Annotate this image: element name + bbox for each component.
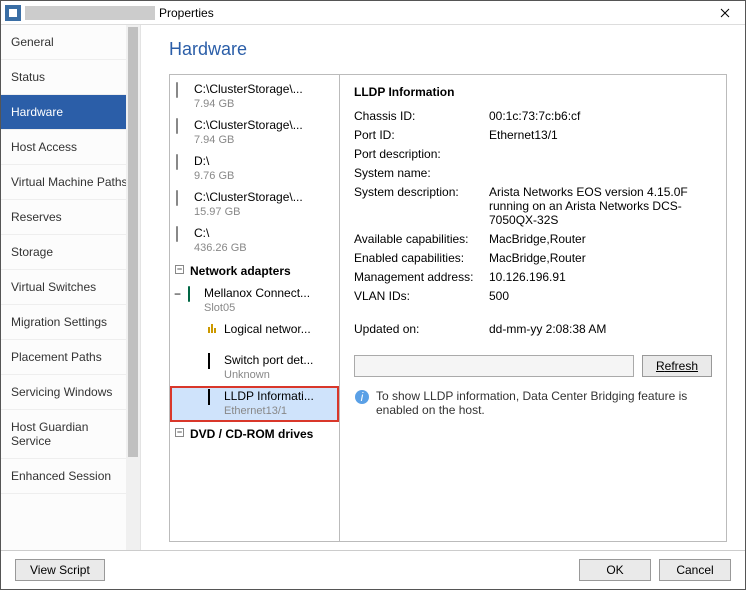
page-heading: Hardware: [169, 39, 727, 60]
sidebar-item-hardware[interactable]: Hardware: [1, 95, 140, 130]
details-title: LLDP Information: [354, 85, 712, 99]
tree-header-dvd[interactable]: −DVD / CD-ROM drives: [170, 422, 339, 446]
sidebar-item-servicing[interactable]: Servicing Windows: [1, 375, 140, 410]
sidebar-label: General: [11, 35, 54, 49]
disk-icon: [176, 190, 178, 206]
kv-value: dd-mm-yy 2:08:38 AM: [489, 322, 712, 336]
sidebar-label: Reserves: [11, 210, 62, 224]
sidebar-item-hgs[interactable]: Host Guardian Service: [1, 410, 140, 459]
sidebar-label: Virtual Switches: [11, 280, 96, 294]
ok-button[interactable]: OK: [579, 559, 651, 581]
kv-key: Port description:: [354, 147, 489, 161]
sidebar-label: Hardware: [11, 105, 63, 119]
kv-key: Available capabilities:: [354, 232, 489, 246]
kv-value: 00:1c:73:7c:b6:cf: [489, 109, 712, 123]
disk-item[interactable]: C:\ClusterStorage\...7.94 GB: [170, 115, 339, 151]
kv-value: [489, 147, 712, 161]
disk-item[interactable]: D:\9.76 GB: [170, 151, 339, 187]
adapter-item[interactable]: −Mellanox Connect...Slot05: [170, 283, 339, 319]
logical-network-item[interactable]: Logical networ...: [170, 319, 339, 340]
sidebar-item-status[interactable]: Status: [1, 60, 140, 95]
sidebar-item-storage[interactable]: Storage: [1, 235, 140, 270]
titlebar: Properties: [1, 1, 745, 25]
kv-value: Arista Networks EOS version 4.15.0F runn…: [489, 185, 712, 227]
sidebar-label: Host Guardian Service: [11, 420, 88, 448]
sidebar-item-migration[interactable]: Migration Settings: [1, 305, 140, 340]
window-title: Properties: [159, 6, 214, 20]
cancel-button[interactable]: Cancel: [659, 559, 731, 581]
logical-network-icon: [208, 323, 220, 333]
info-note: i To show LLDP information, Data Center …: [354, 389, 712, 417]
nic-icon: [188, 286, 190, 302]
kv-value: MacBridge,Router: [489, 251, 712, 265]
svg-text:i: i: [361, 390, 364, 404]
sidebar-label: Migration Settings: [11, 315, 107, 329]
port-icon: [208, 389, 210, 405]
disk-item[interactable]: C:\436.26 GB: [170, 223, 339, 259]
app-icon: [5, 5, 21, 21]
sidebar-label: Placement Paths: [11, 350, 102, 364]
tree-header-network[interactable]: −Network adapters: [170, 259, 339, 283]
kv-value: Ethernet13/1: [489, 128, 712, 142]
sidebar-label: Host Access: [11, 140, 77, 154]
collapse-icon[interactable]: −: [175, 428, 184, 437]
info-icon: i: [354, 389, 370, 405]
disk-icon: [176, 118, 178, 134]
kv-key: System description:: [354, 185, 489, 227]
sidebar-label: Storage: [11, 245, 53, 259]
sidebar-label: Virtual Machine Paths: [11, 175, 128, 189]
sidebar-item-reserves[interactable]: Reserves: [1, 200, 140, 235]
dialog-footer: View Script OK Cancel: [1, 550, 745, 589]
switch-port-item[interactable]: Switch port det...Unknown: [170, 350, 339, 386]
sidebar-item-virtual-switches[interactable]: Virtual Switches: [1, 270, 140, 305]
disk-icon: [176, 154, 178, 170]
sidebar-item-host-access[interactable]: Host Access: [1, 130, 140, 165]
kv-value: 10.126.196.91: [489, 270, 712, 284]
kv-key: Chassis ID:: [354, 109, 489, 123]
close-button[interactable]: [705, 1, 745, 25]
info-text: To show LLDP information, Data Center Br…: [376, 389, 712, 417]
refresh-status-field: [354, 355, 634, 377]
view-script-button[interactable]: View Script: [15, 559, 105, 581]
port-icon: [208, 353, 210, 369]
sidebar-label: Servicing Windows: [11, 385, 112, 399]
disk-icon: [176, 82, 178, 98]
sidebar-item-vm-paths[interactable]: Virtual Machine Paths: [1, 165, 140, 200]
collapse-icon[interactable]: −: [174, 287, 181, 302]
details-panel: LLDP Information Chassis ID:00:1c:73:7c:…: [340, 75, 726, 541]
kv-value: [489, 166, 712, 180]
kv-key: Updated on:: [354, 322, 489, 336]
sidebar-label: Enhanced Session: [11, 469, 111, 483]
titlebar-redacted: [25, 6, 155, 20]
kv-key: Port ID:: [354, 128, 489, 142]
disk-item[interactable]: C:\ClusterStorage\...7.94 GB: [170, 79, 339, 115]
sidebar-scrollbar[interactable]: [126, 25, 140, 550]
collapse-icon[interactable]: −: [175, 265, 184, 274]
refresh-button[interactable]: Refresh: [642, 355, 712, 377]
sidebar-item-enhanced-session[interactable]: Enhanced Session: [1, 459, 140, 494]
disk-item[interactable]: C:\ClusterStorage\...15.97 GB: [170, 187, 339, 223]
disk-icon: [176, 226, 178, 242]
hardware-tree: C:\ClusterStorage\...7.94 GB C:\ClusterS…: [170, 75, 340, 541]
kv-value: 500: [489, 289, 712, 303]
kv-value: MacBridge,Router: [489, 232, 712, 246]
kv-key: Enabled capabilities:: [354, 251, 489, 265]
lldp-info-item[interactable]: LLDP Informati...Ethernet13/1: [170, 386, 339, 422]
sidebar-item-general[interactable]: General: [1, 25, 140, 60]
sidebar-item-placement[interactable]: Placement Paths: [1, 340, 140, 375]
kv-key: Management address:: [354, 270, 489, 284]
kv-key: VLAN IDs:: [354, 289, 489, 303]
sidebar-label: Status: [11, 70, 45, 84]
sidebar: General Status Hardware Host Access Virt…: [1, 25, 141, 550]
kv-key: System name:: [354, 166, 489, 180]
